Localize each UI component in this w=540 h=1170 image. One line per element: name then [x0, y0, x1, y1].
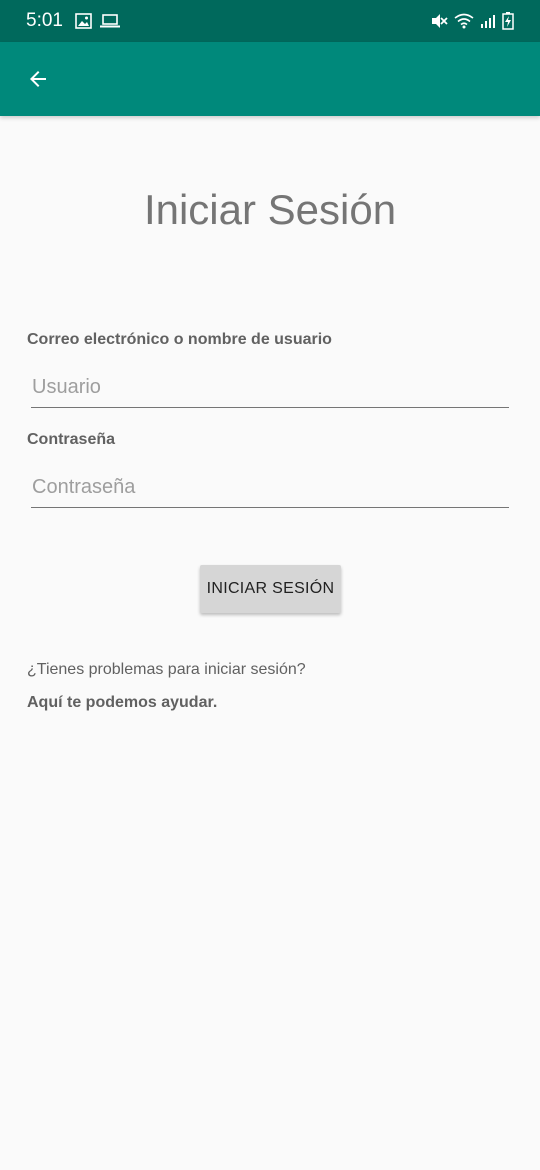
status-left-icons: [75, 13, 120, 29]
help-text: ¿Tienes problemas para iniciar sesión?: [27, 661, 306, 678]
password-label: Contraseña: [27, 431, 116, 448]
status-time: 5:01: [26, 10, 63, 31]
signal-icon: [481, 15, 495, 28]
status-bar: 5:01: [0, 0, 540, 42]
arrow-back-icon: [30, 71, 46, 87]
password-input[interactable]: [31, 468, 509, 508]
app-bar: [0, 42, 540, 116]
wifi-icon: [454, 13, 474, 29]
username-input[interactable]: [31, 368, 509, 408]
mute-icon: [432, 14, 448, 28]
back-button[interactable]: [16, 57, 60, 101]
laptop-icon: [99, 14, 120, 28]
login-button[interactable]: INICIAR SESIÓN: [200, 565, 341, 613]
image-icon: [75, 13, 92, 29]
page-title: Iniciar Sesión: [143, 186, 397, 233]
help-link[interactable]: Aquí te podemos ayudar.: [27, 694, 217, 712]
battery-charging-icon: [502, 12, 514, 30]
status-right-icons: [430, 12, 514, 30]
username-label: Correo electrónico o nombre de usuario: [27, 331, 332, 348]
